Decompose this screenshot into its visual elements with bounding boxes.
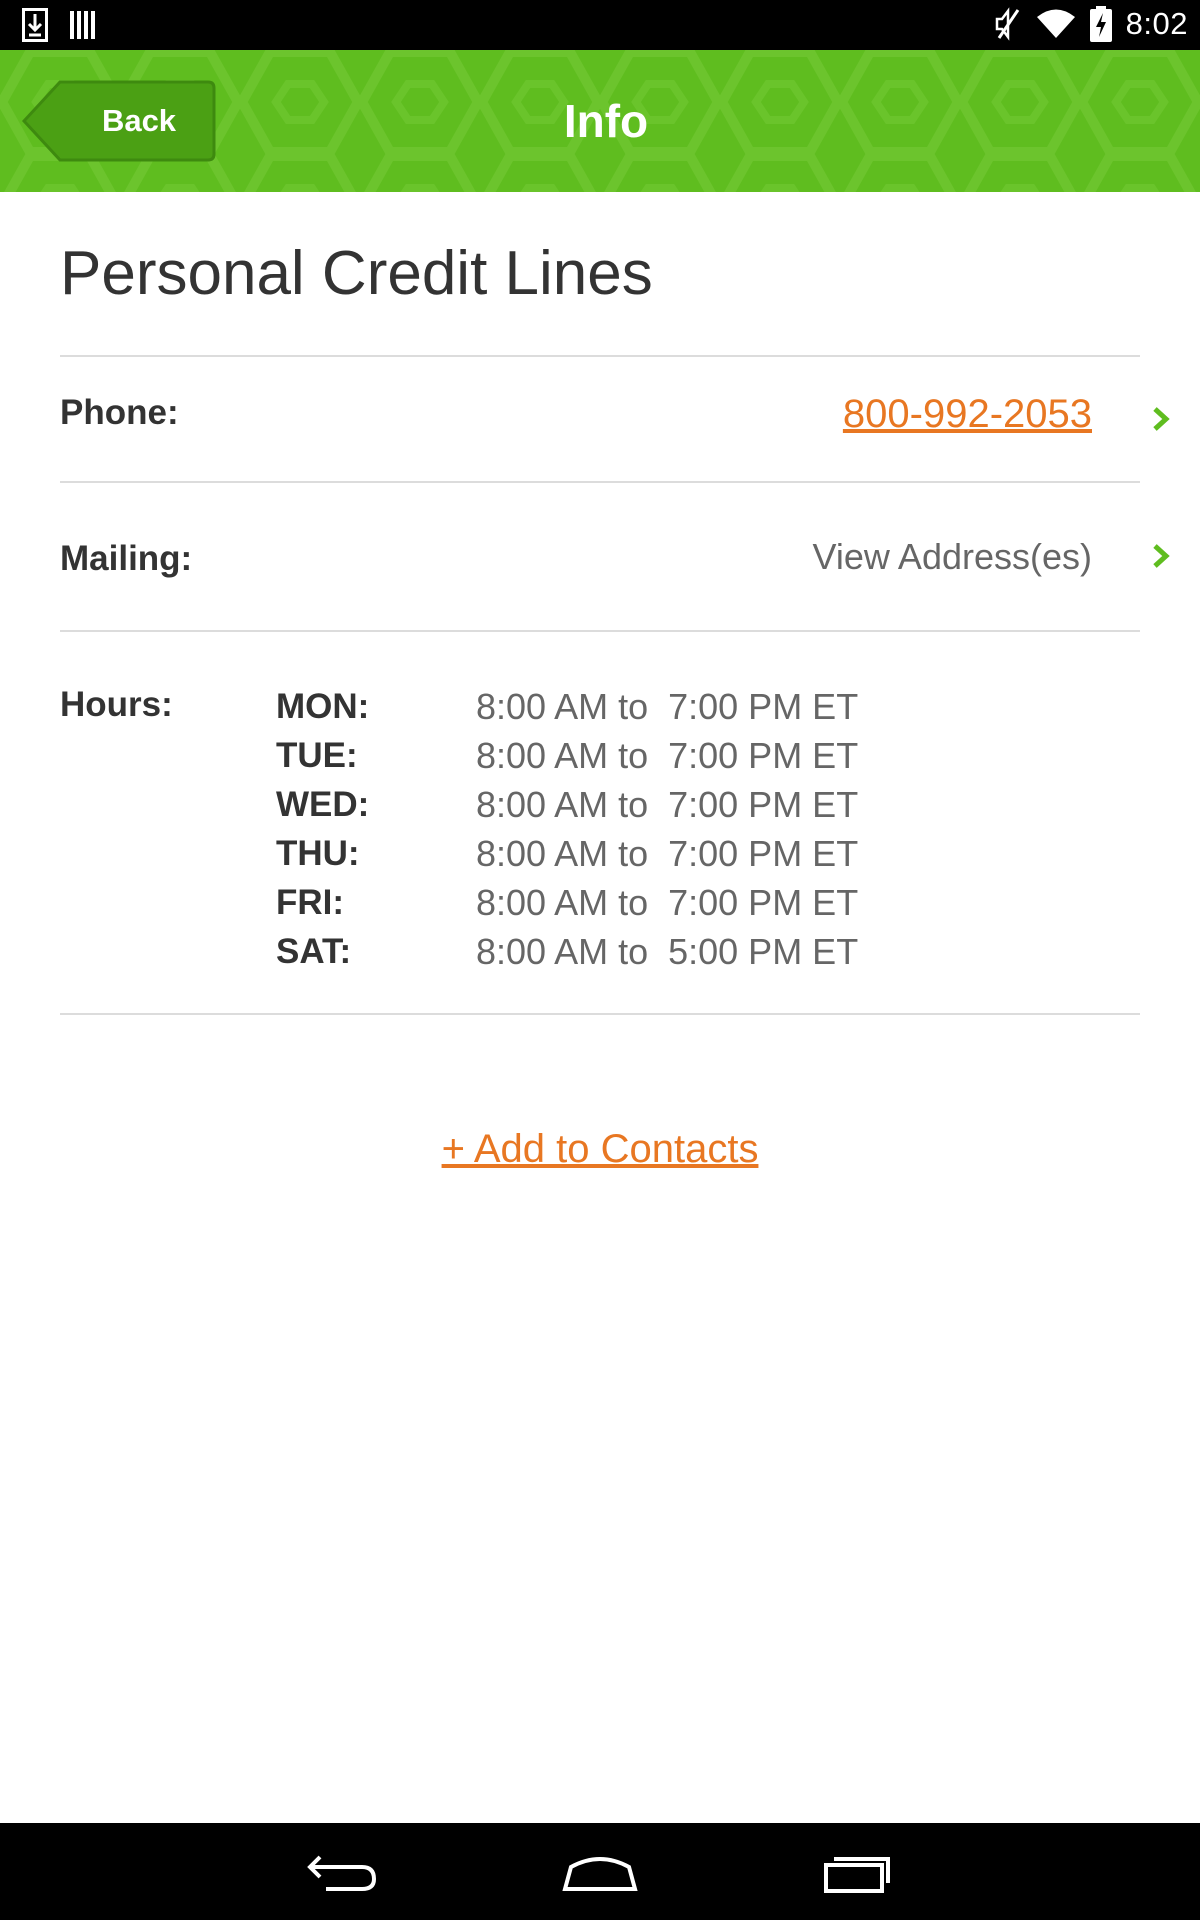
add-to-contacts-link[interactable]: + Add to Contacts xyxy=(442,1127,759,1171)
day-label: FRI: xyxy=(276,882,345,922)
mailing-label: Mailing: xyxy=(60,539,193,578)
system-nav-bar xyxy=(0,1823,1200,1920)
time-range: 8:00 AM to 7:00 PM ET xyxy=(476,734,859,776)
hours-row-sat: SAT: 8:00 AM to 5:00 PM ET xyxy=(276,927,858,976)
view-addresses-link[interactable]: View Address(es) xyxy=(813,536,1092,578)
app-header: Back Info xyxy=(0,50,1200,192)
divider xyxy=(60,1013,1140,1015)
phone-link[interactable]: 800-992-2053 xyxy=(843,392,1092,437)
add-to-contacts-container: + Add to Contacts xyxy=(0,1127,1200,1172)
divider xyxy=(60,481,1140,483)
time-range: 8:00 AM to 7:00 PM ET xyxy=(476,685,859,727)
system-status: 8:02 xyxy=(994,6,1188,42)
hours-row-fri: FRI: 8:00 AM to 7:00 PM ET xyxy=(276,878,858,927)
recents-nav-icon[interactable] xyxy=(812,1845,902,1899)
status-time: 8:02 xyxy=(1125,6,1188,41)
time-range: 8:00 AM to 7:00 PM ET xyxy=(476,832,859,874)
time-range: 8:00 AM to 7:00 PM ET xyxy=(476,783,859,825)
page-title: Personal Credit Lines xyxy=(60,239,653,308)
barcode-icon xyxy=(70,11,95,39)
hours-label: Hours: xyxy=(60,685,173,724)
wifi-icon xyxy=(1036,9,1075,38)
time-range: 8:00 AM to 5:00 PM ET xyxy=(476,930,859,972)
chevron-right-icon[interactable] xyxy=(1150,541,1172,571)
hours-list: MON: 8:00 AM to 7:00 PM ET TUE: 8:00 AM … xyxy=(276,682,858,976)
home-nav-icon[interactable] xyxy=(555,1845,645,1899)
day-label: THU: xyxy=(276,833,360,873)
day-label: TUE: xyxy=(276,735,358,775)
hours-row-thu: THU: 8:00 AM to 7:00 PM ET xyxy=(276,829,858,878)
hours-row-mon: MON: 8:00 AM to 7:00 PM ET xyxy=(276,682,858,731)
hours-row-tue: TUE: 8:00 AM to 7:00 PM ET xyxy=(276,731,858,780)
back-button-label: Back xyxy=(101,103,177,138)
day-label: SAT: xyxy=(276,931,352,971)
time-range: 8:00 AM to 7:00 PM ET xyxy=(476,881,859,923)
back-nav-icon[interactable] xyxy=(298,1845,388,1899)
day-label: WED: xyxy=(276,784,370,824)
phone-label: Phone: xyxy=(60,393,179,432)
status-bar: 8:02 xyxy=(0,0,1200,50)
download-icon xyxy=(22,8,48,42)
battery-charging-icon xyxy=(1089,6,1112,42)
divider xyxy=(60,355,1140,357)
day-label: MON: xyxy=(276,686,370,726)
chevron-right-icon[interactable] xyxy=(1150,404,1172,434)
divider xyxy=(60,630,1140,632)
mute-icon xyxy=(995,7,1019,41)
back-button[interactable]: Back xyxy=(22,80,216,162)
hours-row-wed: WED: 8:00 AM to 7:00 PM ET xyxy=(276,780,858,829)
notification-icons xyxy=(22,8,96,42)
